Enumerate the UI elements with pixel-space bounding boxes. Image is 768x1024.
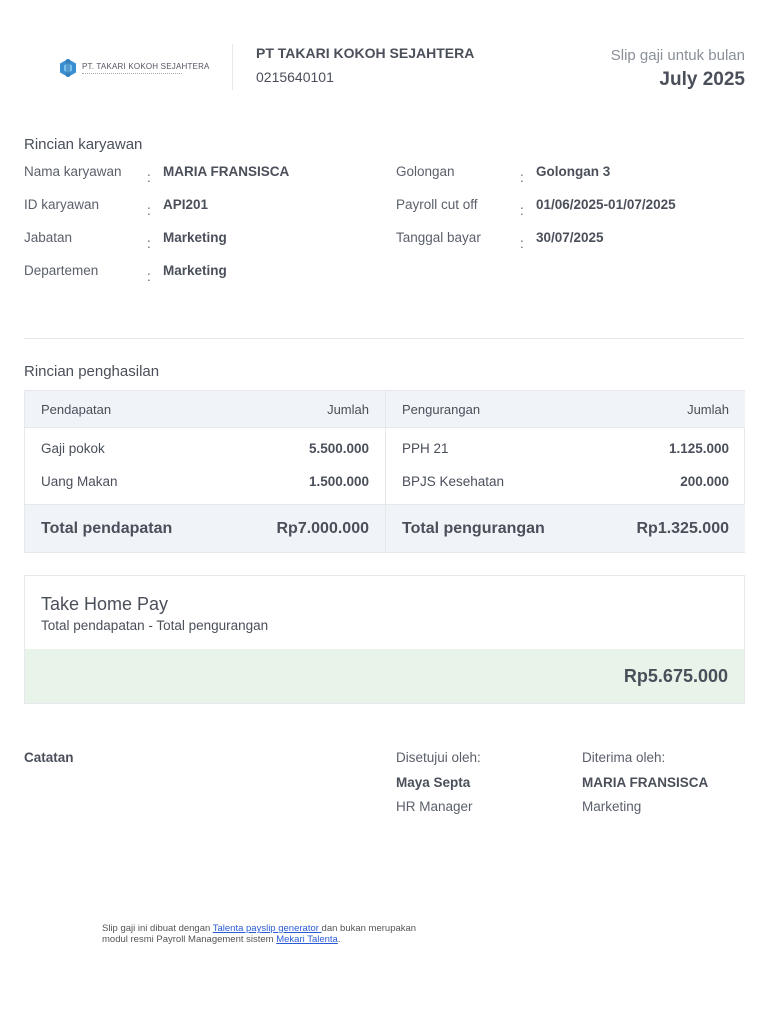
item-name: BPJS Kesehatan: [402, 474, 505, 489]
colon: :: [520, 203, 524, 218]
company-logo: PT. TAKARI KOKOH SEJAHTERA: [58, 58, 210, 78]
total-amount: Rp7.000.000: [276, 519, 369, 537]
total-label: Total pendapatan: [41, 519, 173, 537]
amount-header: Jumlah: [687, 401, 729, 417]
grade-value: Golongan 3: [536, 164, 611, 179]
position-value: Marketing: [163, 230, 227, 245]
table-row: BPJS Kesehatan 200.000: [386, 465, 745, 498]
mekari-talenta-link[interactable]: Mekari Talenta: [276, 934, 338, 945]
cutoff-value: 01/06/2025-01/07/2025: [536, 197, 676, 212]
colon: :: [147, 203, 151, 218]
earnings-total-row: Total pendapatan Rp7.000.000: [25, 504, 385, 552]
slip-label: Slip gaji untuk bulan: [610, 47, 745, 64]
footer-disclaimer: Slip gaji ini dibuat dengan Talenta pays…: [102, 923, 416, 945]
slip-month: July 2025: [659, 69, 745, 90]
thp-title: Take Home Pay: [41, 594, 169, 614]
item-amount: 1.500.000: [308, 474, 369, 489]
item-name: Gaji pokok: [41, 441, 105, 456]
income-section-title: Rincian penghasilan: [24, 363, 160, 380]
item-amount: 1.125.000: [668, 441, 729, 456]
employee-id-value: API201: [163, 197, 209, 212]
income-table: Pendapatan Jumlah Gaji pokok 5.500.000 Uan…: [24, 390, 745, 553]
earnings-header-label: Pendapatan: [41, 401, 112, 417]
pay-date-value: 30/07/2025: [536, 230, 604, 245]
footer-text: dan bukan merupakan: [321, 923, 417, 934]
footer-text: modul resmi Payroll Management sistem: [102, 934, 277, 945]
deductions-column: Pengurangan Jumlah PPH 21 1.125.000 BPJS K…: [385, 391, 745, 552]
company-phone: 0215640101: [256, 69, 334, 85]
total-amount: Rp1.325.000: [636, 519, 729, 537]
colon: :: [520, 236, 524, 251]
colon: :: [147, 236, 151, 251]
logo-icon: [60, 59, 76, 77]
talenta-generator-link[interactable]: Talenta payslip generator: [213, 923, 322, 934]
deductions-header-label: Pengurangan: [402, 401, 481, 417]
deductions-header: Pengurangan Jumlah: [386, 391, 745, 428]
footer-text: .: [337, 934, 341, 945]
take-home-pay-card: Take Home Pay Total pendapatan - Total p…: [24, 575, 745, 704]
position-label: Jabatan: [24, 230, 73, 245]
footer-text: Slip gaji ini dibuat dengan: [102, 923, 213, 934]
thp-amount-band: Rp5.675.000: [25, 649, 744, 703]
cutoff-label: Payroll cut off: [396, 197, 478, 212]
employee-section-title: Rincian karyawan: [24, 136, 143, 153]
approved-role: HR Manager: [396, 799, 473, 814]
earnings-column: Pendapatan Jumlah Gaji pokok 5.500.000 Uan…: [25, 391, 385, 552]
grade-label: Golongan: [396, 164, 455, 179]
table-row: PPH 21 1.125.000: [386, 432, 745, 465]
colon: :: [147, 269, 151, 284]
colon: :: [147, 170, 151, 185]
item-amount: 5.500.000: [308, 441, 369, 456]
amount-header: Jumlah: [327, 401, 369, 417]
employee-name-value: MARIA FRANSISCA: [163, 164, 290, 179]
deductions-total-row: Total pengurangan Rp1.325.000: [386, 504, 745, 552]
approved-name: Maya Septa: [396, 775, 471, 790]
notes-label: Catatan: [24, 750, 74, 765]
item-amount: 200.000: [680, 474, 729, 489]
section-divider: [24, 338, 744, 339]
thp-amount: Rp5.675.000: [623, 665, 728, 686]
received-name: MARIA FRANSISCA: [582, 775, 709, 790]
received-role: Marketing: [582, 799, 642, 814]
item-name: PPH 21: [402, 441, 449, 456]
employee-id-label: ID karyawan: [24, 197, 100, 212]
received-label: Diterima oleh:: [582, 750, 666, 765]
table-row: Uang Makan 1.500.000: [25, 465, 385, 498]
header-divider: [232, 44, 233, 90]
department-label: Departemen: [24, 263, 99, 278]
employee-name-label: Nama karyawan: [24, 164, 122, 179]
department-value: Marketing: [163, 263, 227, 278]
total-label: Total pengurangan: [402, 519, 545, 537]
pay-date-label: Tanggal bayar: [396, 230, 481, 245]
logo-text: PT. TAKARI KOKOH SEJAHTERA: [82, 62, 210, 71]
earnings-header: Pendapatan Jumlah: [25, 391, 385, 428]
item-name: Uang Makan: [41, 474, 118, 489]
thp-subtitle: Total pendapatan - Total pengurangan: [41, 618, 269, 633]
colon: :: [520, 170, 524, 185]
approved-label: Disetujui oleh:: [396, 750, 481, 765]
company-name: PT TAKARI KOKOH SEJAHTERA: [256, 45, 475, 61]
table-row: Gaji pokok 5.500.000: [25, 432, 385, 465]
